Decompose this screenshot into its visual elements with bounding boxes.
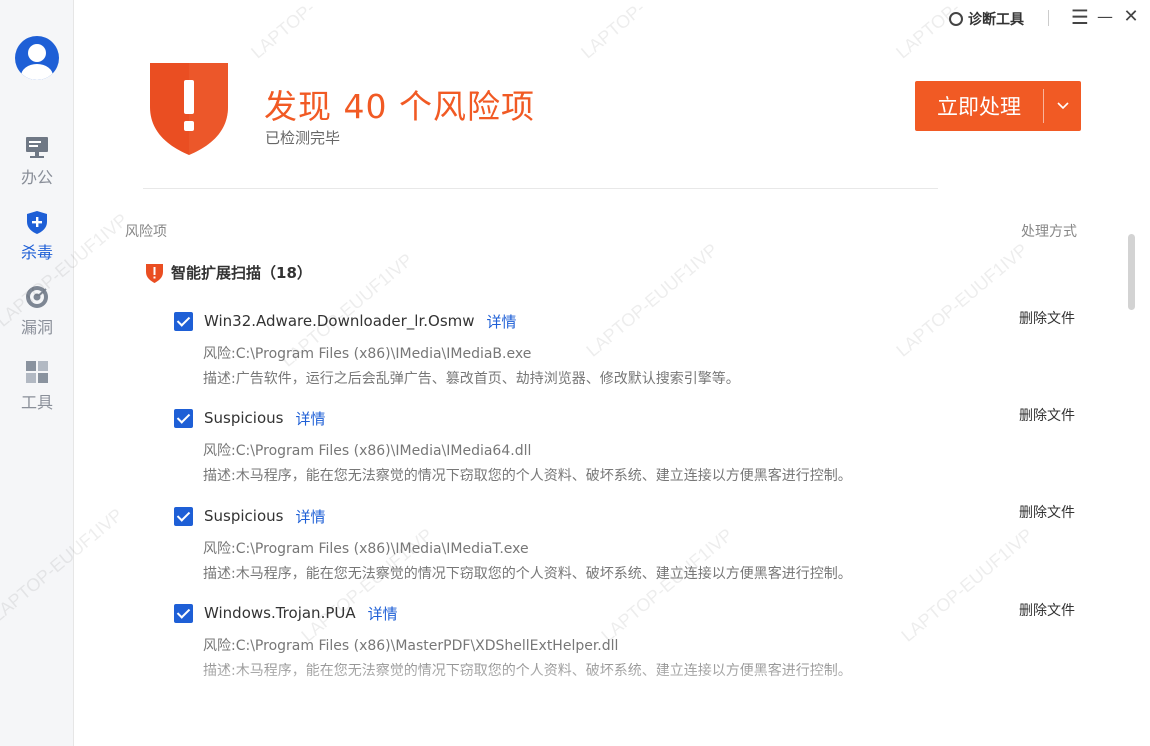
item-path: 风险:C:\Program Files (x86)\IMedia\IMediaT… [203,541,529,557]
detail-link[interactable]: 详情 [295,506,325,527]
sidebar-item-label: 杀毒 [20,243,53,262]
sidebar-item-vulnerability[interactable]: 漏洞 [0,284,74,344]
delete-file-button[interactable]: 删除文件 [1019,502,1075,522]
chevron-down-icon [1056,102,1069,110]
divider [143,188,938,189]
grid-icon [26,361,48,383]
shield-plus-icon [27,211,47,234]
user-avatar[interactable] [15,36,59,80]
monitor-icon [26,137,48,158]
list-item: Windows.Trojan.PUA 详情 风险:C:\Program File… [174,601,1094,684]
scan-status: 已检测完毕 [265,129,341,147]
detail-link[interactable]: 详情 [368,603,398,624]
warning-shield-icon [146,263,163,283]
sidebar-item-label: 漏洞 [20,318,53,337]
list-item: Suspicious 详情 风险:C:\Program Files (x86)\… [174,504,1094,587]
delete-file-button[interactable]: 删除文件 [1019,308,1075,328]
item-name: Windows.Trojan.PUA [204,604,356,622]
item-description: 描述:木马程序，能在您无法察觉的情况下窃取您的个人资料、破坏系统、建立连接以方便… [203,468,852,484]
detail-link[interactable]: 详情 [295,408,325,429]
list-item: Suspicious 详情 风险:C:\Program Files (x86)\… [174,406,1094,489]
detail-link[interactable]: 详情 [487,311,517,332]
diagnostic-tools-button[interactable]: 诊断工具 [949,9,1024,29]
sidebar-item-office[interactable]: 办公 [0,134,74,194]
item-checkbox[interactable] [174,311,193,331]
process-now-button[interactable]: 立即处理 [915,81,1081,131]
watermark: LAPTOP- [577,0,649,63]
item-description: 描述:广告软件，运行之后会乱弹广告、篡改首页、劫持浏览器、修改默认搜索引擎等。 [203,371,740,387]
minimize-button[interactable]: — [1094,6,1116,28]
item-path: 风险:C:\Program Files (x86)\IMedia\IMediaB… [203,346,532,362]
watermark: LAPTOP- [247,0,319,63]
list-item: Win32.Adware.Downloader_lr.Osmw 详情 风险:C:… [174,309,1094,392]
item-name: Suspicious [204,507,284,525]
title-bar: 诊断工具 ☰ — ✕ [910,0,1150,36]
diagnostic-tools-label: 诊断工具 [968,12,1024,28]
delete-file-button[interactable]: 删除文件 [1019,405,1075,425]
sidebar: 办公 杀毒 漏洞 工具 [0,0,74,746]
menu-icon[interactable]: ☰ [1069,6,1091,28]
group-label: 智能扩展扫描（18） [171,264,312,282]
close-button[interactable]: ✕ [1120,6,1142,28]
item-path: 风险:C:\Program Files (x86)\MasterPDF\XDSh… [203,638,619,654]
item-checkbox[interactable] [174,506,193,526]
sidebar-item-antivirus[interactable]: 杀毒 [0,209,74,269]
item-path: 风险:C:\Program Files (x86)\IMedia\IMedia6… [203,443,532,459]
process-now-label: 立即处理 [937,95,1021,119]
column-header-risk: 风险项 [125,224,167,240]
sidebar-item-tools[interactable]: 工具 [0,359,74,419]
scrollbar[interactable] [1128,234,1135,310]
page-title: 发现 40 个风险项 [264,87,535,126]
diagnostic-icon [949,12,963,26]
dropdown-button[interactable] [1044,98,1081,114]
column-header-action: 处理方式 [1021,224,1077,240]
radar-icon [26,286,48,308]
group-header[interactable]: 智能扩展扫描（18） [146,262,312,283]
item-name: Win32.Adware.Downloader_lr.Osmw [204,312,475,330]
item-checkbox[interactable] [174,603,193,623]
item-checkbox[interactable] [174,408,193,428]
warning-shield-icon [150,63,228,155]
sidebar-item-label: 工具 [20,393,53,412]
delete-file-button[interactable]: 删除文件 [1019,600,1075,620]
item-description: 描述:木马程序，能在您无法察觉的情况下窃取您的个人资料、破坏系统、建立连接以方便… [203,663,852,679]
sidebar-item-label: 办公 [20,168,53,187]
divider [1048,10,1049,26]
item-description: 描述:木马程序，能在您无法察觉的情况下窃取您的个人资料、破坏系统、建立连接以方便… [203,566,852,582]
item-name: Suspicious [204,409,284,427]
